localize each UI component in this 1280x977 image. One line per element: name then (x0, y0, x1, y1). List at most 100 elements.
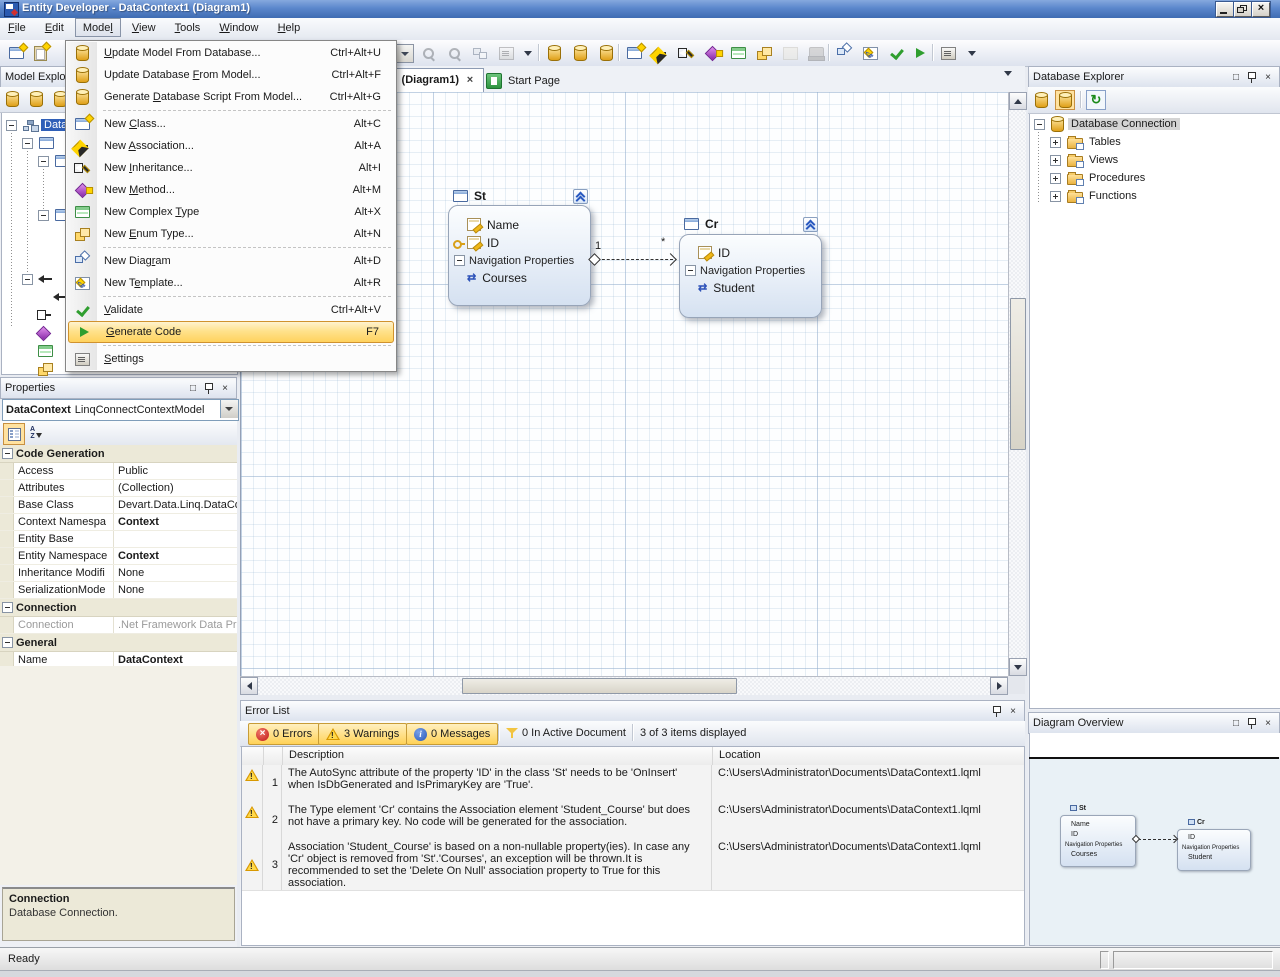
collapse-box-icon[interactable] (2, 602, 13, 613)
stamp-tool-button[interactable] (806, 43, 826, 63)
error-row-1[interactable]: 1 The AutoSync attribute of the property… (242, 765, 1024, 803)
tree-node-associations[interactable] (22, 271, 53, 287)
tree-node-database-connection[interactable]: Database Connection (1034, 115, 1180, 132)
category-general[interactable]: General (0, 634, 237, 652)
vertical-scroll-thumb[interactable] (1010, 298, 1026, 450)
menu-edit[interactable]: Edit (37, 18, 72, 37)
menu-help[interactable]: Help (270, 18, 309, 37)
horizontal-scroll-thumb[interactable] (462, 678, 737, 694)
maximize-panel-button[interactable]: □ (1229, 71, 1243, 84)
show-connection-button[interactable] (1055, 90, 1075, 110)
pin-panel-button[interactable] (1245, 71, 1259, 84)
menu-file[interactable]: File (0, 18, 34, 37)
expand-box-icon[interactable] (1050, 190, 1061, 202)
prop-row-entity-base[interactable]: Entity Base (0, 531, 237, 548)
minimize-button[interactable] (1216, 2, 1234, 17)
entity-st-body[interactable]: Name ID Navigation Properties ⇄ Courses (448, 205, 591, 306)
warnings-filter-button[interactable]: 3 Warnings (318, 723, 408, 745)
prop-row-attributes[interactable]: Attributes (Collection) (0, 480, 237, 497)
toolbar-overflow-button[interactable] (518, 43, 538, 63)
zoom-combo-button[interactable] (396, 44, 414, 63)
update-model-from-db-button[interactable] (544, 43, 564, 63)
tree-node-views[interactable]: Views (1050, 152, 1118, 168)
canvas-horizontal-scrollbar[interactable] (240, 676, 1008, 695)
properties-object-combo[interactable]: DataContext LinqConnectContextModel (2, 399, 239, 421)
description-column-header[interactable]: Description (283, 747, 713, 765)
mx-update-db-button[interactable] (26, 89, 46, 109)
collapse-box-icon[interactable] (2, 637, 13, 648)
menu-model[interactable]: Model (74, 18, 121, 37)
tab-list-dropdown[interactable] (1004, 71, 1012, 88)
new-class-button[interactable] (624, 43, 644, 63)
maximize-panel-button[interactable]: □ (1229, 717, 1243, 730)
categorize-button[interactable] (3, 423, 25, 445)
restore-button[interactable] (1234, 2, 1252, 17)
overview-map[interactable]: St Name ID Navigation Properties Courses… (1029, 759, 1280, 946)
new-diagram-button[interactable] (834, 43, 854, 63)
prop-row-inheritance-modifier[interactable]: Inheritance Modifi None (0, 565, 237, 582)
tree-node-enums[interactable] (38, 361, 53, 377)
disabled-tool-button[interactable] (780, 43, 800, 63)
location-column-header[interactable]: Location (713, 747, 1024, 765)
prop-row-entity-namespace[interactable]: Entity Namespace Context (0, 548, 237, 565)
print-button[interactable] (496, 43, 516, 63)
entity-cr-nav-section[interactable]: Navigation Properties (685, 263, 805, 278)
pin-panel-button[interactable] (1245, 717, 1259, 730)
menuitem-new-diagram[interactable]: New Diagram Alt+D (67, 250, 395, 272)
entity-cr-collapse-button[interactable] (803, 217, 818, 232)
prop-row-base-class[interactable]: Base Class Devart.Data.Linq.DataCo (0, 497, 237, 514)
error-row-2[interactable]: 2 The Type element 'Cr' contains the Ass… (242, 802, 1024, 840)
menuitem-settings[interactable]: Settings (67, 348, 395, 370)
menuitem-update-database-from-model[interactable]: Update Database From Model... Ctrl+Alt+F (67, 64, 395, 86)
errors-filter-button[interactable]: 0 Errors (248, 723, 321, 745)
menuitem-new-template[interactable]: New Template... Alt+R (67, 272, 395, 294)
expand-box-icon[interactable] (1050, 172, 1061, 184)
settings-button[interactable] (938, 43, 958, 63)
tree-node-inheritances[interactable] (38, 307, 52, 323)
category-connection[interactable]: Connection (0, 599, 237, 617)
alphabetical-sort-button[interactable]: AZ (26, 423, 46, 443)
close-panel-button[interactable]: × (1006, 705, 1020, 718)
refresh-button[interactable]: ↻ (1086, 90, 1106, 110)
layout-button[interactable] (470, 43, 490, 63)
collapse-box-icon[interactable] (22, 137, 33, 149)
combo-dropdown-button[interactable] (220, 400, 238, 418)
menu-window[interactable]: Window (211, 18, 266, 37)
tree-node-functions[interactable]: Functions (1050, 188, 1137, 204)
expand-box-icon[interactable] (1050, 136, 1061, 148)
menu-view[interactable]: View (124, 18, 164, 37)
menuitem-new-complex-type[interactable]: New Complex Type Alt+X (67, 201, 395, 223)
menuitem-new-class[interactable]: New Class... Alt+C (67, 113, 395, 135)
category-code-generation[interactable]: Code Generation (0, 445, 237, 463)
new-enum-type-button[interactable] (754, 43, 774, 63)
entity-st-prop-id[interactable]: ID (453, 235, 499, 250)
entity-st-nav-courses[interactable]: ⇄ Courses (467, 270, 527, 285)
prop-row-context-namespace[interactable]: Context Namespa Context (0, 514, 237, 531)
prop-row-access[interactable]: Access Public (0, 463, 237, 480)
menuitem-validate[interactable]: Validate Ctrl+Alt+V (67, 299, 395, 321)
tree-node-procedures[interactable]: Procedures (1050, 170, 1145, 186)
close-panel-button[interactable]: × (1261, 717, 1275, 730)
entity-cr-prop-id[interactable]: ID (698, 245, 730, 260)
collapse-box-icon[interactable] (2, 448, 13, 459)
menuitem-new-inheritance[interactable]: New Inheritance... Alt+I (67, 157, 395, 179)
pin-panel-button[interactable] (990, 705, 1004, 718)
collapse-box-icon[interactable] (1034, 118, 1045, 130)
maximize-panel-button[interactable]: □ (186, 382, 200, 395)
close-panel-button[interactable]: × (1261, 71, 1275, 84)
filter-funnel-icon[interactable] (506, 727, 518, 739)
entity-st-nav-section[interactable]: Navigation Properties (454, 253, 574, 268)
menuitem-new-method[interactable]: New Method... Alt+M (67, 179, 395, 201)
association-line[interactable] (597, 259, 673, 260)
tree-node-complex-types[interactable] (38, 343, 53, 359)
menuitem-generate-code[interactable]: Generate Code F7 (68, 321, 394, 343)
new-template-button[interactable] (860, 43, 880, 63)
close-panel-button[interactable]: × (218, 382, 232, 395)
connect-button[interactable] (1031, 90, 1051, 110)
update-db-from-model-button[interactable] (570, 43, 590, 63)
open-model-button[interactable] (30, 43, 50, 63)
zoom-in-button[interactable] (418, 43, 438, 63)
entity-st-collapse-button[interactable] (573, 189, 588, 204)
prop-row-serialization-mode[interactable]: SerializationMode None (0, 582, 237, 599)
menuitem-update-model-from-database[interactable]: Update Model From Database... Ctrl+Alt+U (67, 42, 395, 64)
